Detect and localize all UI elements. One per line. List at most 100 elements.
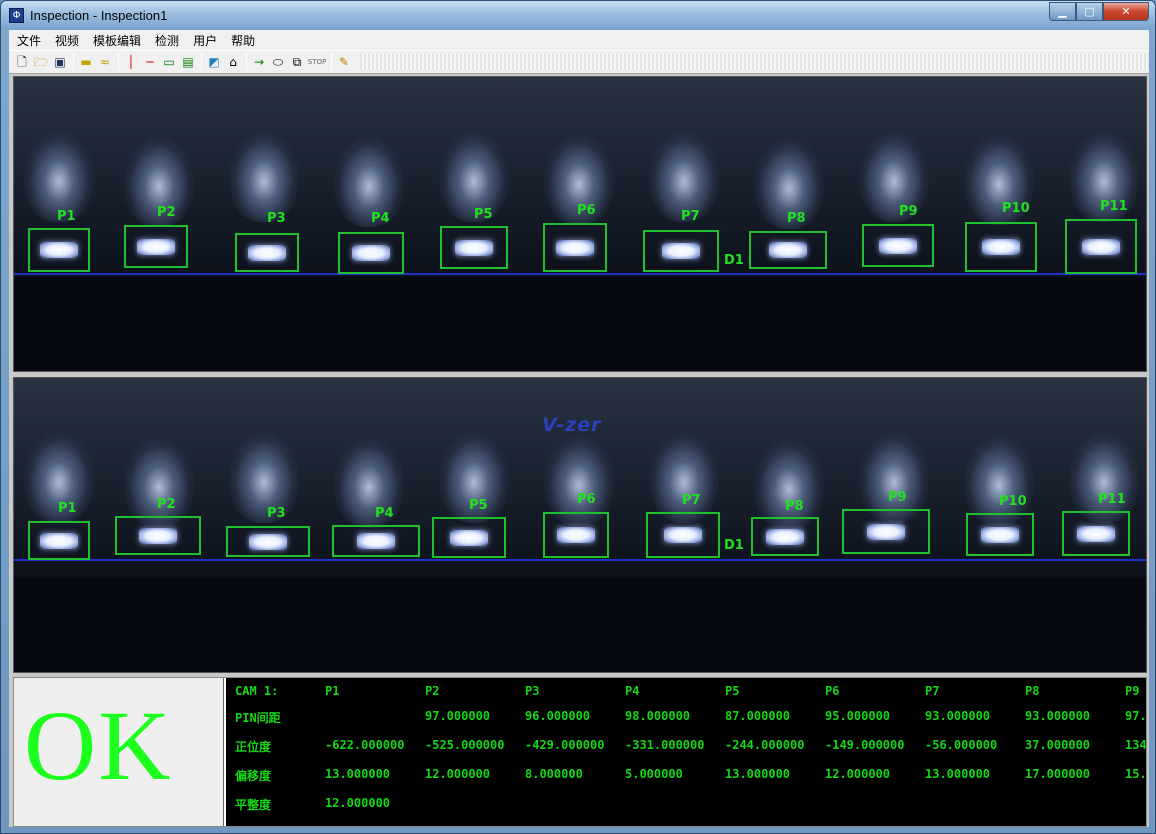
table-cell: 95.000000 [825,709,891,723]
horizontal-line-icon[interactable]: ─ [141,53,159,71]
table-cell: -244.000000 [725,738,805,752]
close-button[interactable]: ✕ [1103,2,1149,21]
window-title: Inspection - Inspection1 [30,8,168,23]
new-file-icon[interactable]: 🗋 [13,53,31,71]
pin-inspection-box[interactable] [124,225,188,268]
menu-file[interactable]: 文件 [17,32,41,49]
pin-label: P4 [375,506,394,521]
home-icon[interactable]: ⌂ [224,53,242,71]
pin-label: P8 [787,211,806,226]
pin-highlight [40,532,78,549]
pin-label: P3 [267,211,286,226]
pin-highlight [879,237,917,254]
pin-inspection-box[interactable] [749,231,827,269]
pin-inspection-box[interactable] [751,517,819,556]
pin-label: P7 [681,209,700,224]
pin-label: P1 [57,209,76,224]
pin-inspection-box[interactable] [862,224,934,267]
pin-highlight [248,244,286,261]
menu-template-edit[interactable]: 模板编辑 [93,32,141,49]
table-header-cell: CAM 1: [235,684,279,698]
table-cell: -622.000000 [325,738,405,752]
pin-inspection-box[interactable] [643,230,719,272]
table-header-cell: P4 [625,684,640,698]
pin-inspection-box[interactable] [543,223,607,272]
vertical-line-icon[interactable]: │ [122,53,140,71]
table-header-cell: P6 [825,684,840,698]
table-row-label: 正位度 [235,740,272,754]
pin-inspection-box[interactable] [338,232,404,274]
pin-highlight [556,239,594,256]
table-row: 平整度 12.000000 [226,796,1146,822]
toolbar-separator [201,53,202,71]
pin-inspection-box[interactable] [226,526,310,557]
capture-icon[interactable]: ⧉ [288,53,306,71]
toolbar-separator [73,53,74,71]
app-icon[interactable]: Φ [9,8,24,23]
toolbar: 🗋 🗁 ▣ ▬ ≈ │ ─ ▭ ▤ ◩ ⌂ → ⬭ ⧉ STOP ✎ [9,50,1149,74]
table-row-label: 平整度 [235,798,272,812]
table-cell: 12.000000 [325,796,391,810]
toolbar-separator [331,53,332,71]
wand-icon[interactable]: ✎ [335,53,353,71]
table-cell: 5.000000 [625,767,683,781]
measure-ruler-icon[interactable]: ▬ [77,53,95,71]
table-header-row: CAM 1: P1 P2 P3 P4 P5 P6 P7 P8 P9 [226,684,1146,710]
menu-help[interactable]: 帮助 [231,32,255,49]
pin-inspection-box[interactable] [28,521,90,560]
pin-inspection-box[interactable] [1062,511,1130,556]
pin-inspection-box[interactable] [115,516,201,555]
table-cell: 97.000000 [425,709,491,723]
pin-inspection-box[interactable] [28,228,90,272]
table-cell: -429.000000 [525,738,605,752]
image-tool-icon[interactable]: ▤ [179,53,197,71]
distance-label: D1 [724,253,744,268]
pin-inspection-box[interactable] [440,226,508,269]
maximize-button[interactable]: ▢ [1076,2,1103,21]
menu-bar: 文件 视频 模板编辑 检测 用户 帮助 [9,30,1149,50]
table-cell: 12.000000 [425,767,491,781]
minimize-button[interactable]: ▁ [1049,2,1076,21]
pin-inspection-box[interactable] [432,517,506,558]
pin-label: P9 [888,490,907,505]
title-bar[interactable]: Φ Inspection - Inspection1 ▁ ▢ ✕ [1,1,1155,30]
result-status-text: OK [24,690,173,801]
pin-label: P9 [899,204,918,219]
pin-label: P1 [58,501,77,516]
ellipse-icon[interactable]: ⬭ [269,53,287,71]
pin-highlight [357,533,395,549]
pin-inspection-box[interactable] [646,512,720,558]
table-header-cell: P5 [725,684,740,698]
camera-view-top[interactable]: P1 P2 P3 P4 P5 P6 P7 P8 P9 P10 P11 D1 [13,76,1147,372]
watermark-logo: V-zer [542,414,602,436]
menu-video[interactable]: 视频 [55,32,79,49]
menu-detect[interactable]: 检测 [155,32,179,49]
pin-inspection-box[interactable] [842,509,930,554]
table-row: 偏移度 13.000000 12.000000 8.000000 5.00000… [226,767,1146,793]
pin-inspection-box[interactable] [332,525,420,557]
open-folder-icon[interactable]: 🗁 [32,53,50,71]
stop-icon[interactable]: STOP [307,53,327,71]
pin-highlight [662,243,700,259]
pin-highlight [981,526,1019,543]
pin-inspection-box[interactable] [965,222,1037,272]
rect-tool-icon[interactable]: ▭ [160,53,178,71]
pin-inspection-box[interactable] [1065,219,1137,274]
arrow-right-icon[interactable]: → [250,53,268,71]
pin-inspection-box[interactable] [543,512,609,558]
table-cell: 12.000000 [825,767,891,781]
pin-inspection-box[interactable] [966,513,1034,556]
pin-label: P8 [785,499,804,514]
menu-user[interactable]: 用户 [193,32,217,49]
camera-view-bottom[interactable]: V-zer P1 P2 P3 P4 P5 P6 P7 P8 P9 P10 P11 [13,377,1147,673]
table-header-cell: P1 [325,684,340,698]
save-icon[interactable]: ▣ [51,53,69,71]
template-icon[interactable]: ◩ [205,53,223,71]
pin-glare [859,132,929,222]
pin-inspection-box[interactable] [235,233,299,272]
pin-highlight [137,238,175,255]
pin-glare [229,433,299,523]
caption-buttons: ▁ ▢ ✕ [1049,2,1149,22]
table-row-label: 偏移度 [235,769,272,783]
wave-measure-icon[interactable]: ≈ [96,53,114,71]
